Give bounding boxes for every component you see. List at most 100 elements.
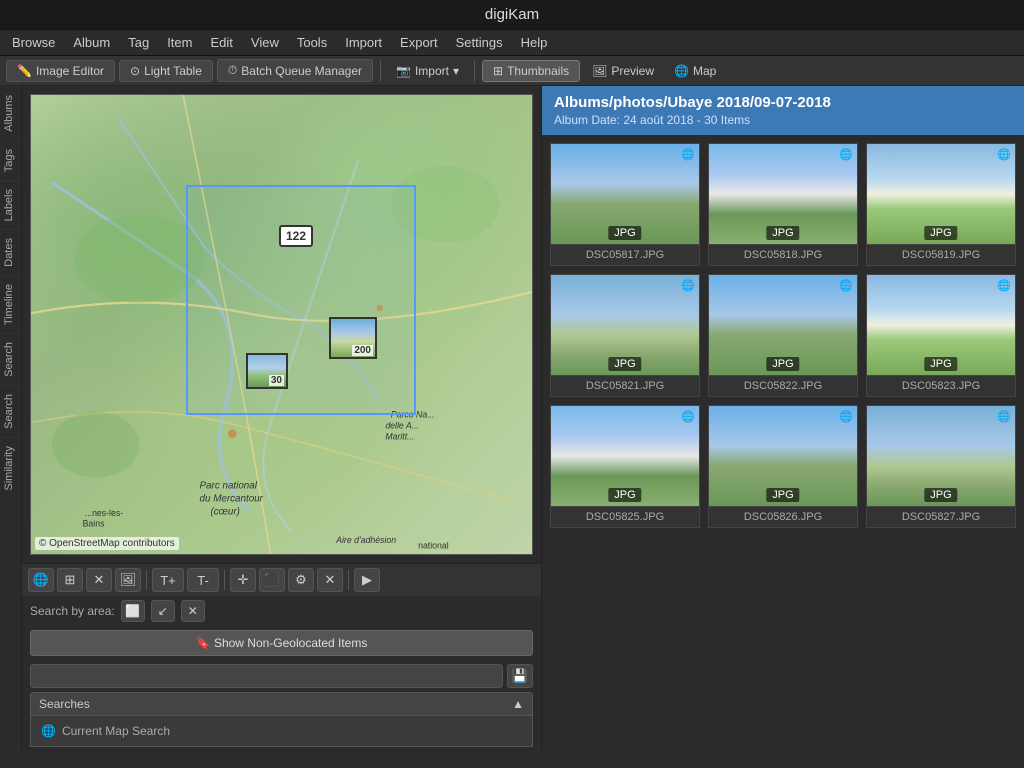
thumbnail-image-4: 🌐 JPG [709,275,857,375]
thumbnail-globe-badge: 🌐 [997,279,1011,292]
menu-view[interactable]: View [251,35,279,50]
thumbnail-item-5[interactable]: 🌐 JPG DSC05823.JPG [866,274,1016,397]
import-icon: 📷 [396,64,411,78]
map-tool-text-plus[interactable]: T+ [152,568,184,592]
thumbnail-item-1[interactable]: 🌐JPGDSC05818.JPG [708,143,858,266]
batch-queue-button[interactable]: ⏱ Batch Queue Manager [217,59,373,82]
search-input[interactable] [30,664,503,688]
jpg-label: JPG [766,226,799,240]
toolbar-sep-2 [474,60,475,82]
svg-text:delle A...: delle A... [385,420,419,430]
jpg-label: JPG [608,226,641,240]
import-button[interactable]: 📷 Import ▾ [388,61,467,81]
menu-edit[interactable]: Edit [210,35,232,50]
search-area-draw-btn[interactable]: ↙ [151,600,175,622]
map-tool-close[interactable]: ✕ [86,568,112,592]
svg-text:Parc national: Parc national [200,480,258,491]
thumbnail-image-7: 🌐JPG [709,406,857,506]
menu-import[interactable]: Import [345,35,382,50]
image-editor-button[interactable]: ✏️ Image Editor [6,60,115,82]
map-container[interactable]: Parc national du Mercantour (cœur) Parco… [30,94,533,555]
app-title: digiKam [485,6,539,23]
sidebar-tab-albums[interactable]: Albums [0,86,21,140]
svg-text:...nes-les-: ...nes-les- [85,508,123,518]
map-icon: 🌐 [674,64,689,78]
svg-text:Parco Na...: Parco Na... [391,409,435,419]
thumbnail-filename: DSC05827.JPG [867,506,1015,527]
menu-browse[interactable]: Browse [12,35,55,50]
map-tool-select[interactable]: ⬛ [259,568,285,592]
thumbnail-filename: DSC05819.JPG [867,244,1015,265]
map-copyright: © OpenStreetMap contributors [35,537,179,550]
map-tool-globe[interactable]: 🌐 [28,568,54,592]
thumbnails-button[interactable]: ⊞ Thumbnails [482,60,580,82]
light-table-button[interactable]: ⊙ Light Table [119,60,213,82]
search-save-btn[interactable]: 💾 [507,664,533,688]
map-tool-image[interactable]: 🖼 [115,568,141,592]
search-area-select-btn[interactable]: ⬜ [121,600,145,622]
thumbnail-item-6[interactable]: 🌐JPGDSC05825.JPG [550,405,700,528]
preview-button[interactable]: 🖼 Preview [584,61,662,81]
thumbnail-globe-badge: 🌐 [839,279,853,292]
search-area-bar: Search by area: ⬜ ↙ ✕ [22,596,541,626]
thumbnail-globe-badge: 🌐 [997,148,1011,161]
sidebar-tab-tags[interactable]: Tags [0,140,21,180]
map-toolbar: 🌐 ⊞ ✕ 🖼 T+ T- ✛ ⬛ ⚙ ✕ ▶ [22,563,541,596]
map-tool-text-minus[interactable]: T- [187,568,219,592]
right-panel: Albums/photos/Ubaye 2018/09-07-2018 Albu… [542,86,1024,751]
searches-content: 🌐 Current Map Search [30,716,533,747]
jpg-label: JPG [766,488,799,502]
svg-text:(cœur): (cœur) [210,507,239,518]
sidebar-tab-search2[interactable]: Search [0,385,21,437]
sidebar-tab-search[interactable]: Search [0,333,21,385]
sidebar-tab-similarity[interactable]: Similarity [0,437,21,499]
menu-tools[interactable]: Tools [297,35,327,50]
map-tool-filter[interactable]: ⚙ [288,568,314,592]
jpg-label: JPG [924,226,957,240]
search-box-area: 💾 [30,664,533,688]
search-item-current-map[interactable]: 🌐 Current Map Search [31,720,532,742]
map-tool-x[interactable]: ✕ [317,568,343,592]
thumbnail-item-3[interactable]: 🌐JPGDSC05821.JPG [550,274,700,397]
thumbnail-item-2[interactable]: 🌐 JPG DSC05819.JPG [866,143,1016,266]
thumbnail-item-0[interactable]: 🌐JPGDSC05817.JPG [550,143,700,266]
map-tool-crosshair[interactable]: ✛ [230,568,256,592]
svg-text:du Mercantour: du Mercantour [200,494,264,505]
thumbnail-image-6: 🌐JPG [551,406,699,506]
search-item-globe-icon: 🌐 [41,724,56,738]
jpg-label: JPG [608,488,641,502]
show-non-geo-icon: 🔖 [196,636,211,650]
thumbnail-globe-badge: 🌐 [839,148,853,161]
sidebar-tab-dates[interactable]: Dates [0,229,21,275]
thumbnail-image-5: 🌐 JPG [867,275,1015,375]
light-table-icon: ⊙ [130,64,140,78]
menu-help[interactable]: Help [521,35,548,50]
album-meta: Album Date: 24 août 2018 - 30 Items [554,113,1012,127]
map-tool-grid[interactable]: ⊞ [57,568,83,592]
sidebar-tab-labels[interactable]: Labels [0,180,21,229]
thumbnail-item-8[interactable]: 🌐JPGDSC05827.JPG [866,405,1016,528]
map-cluster-122[interactable]: 122 [279,225,313,247]
menu-settings[interactable]: Settings [456,35,503,50]
show-non-geolocated-button[interactable]: 🔖 Show Non-Geolocated Items [30,630,533,656]
thumbnail-item-4[interactable]: 🌐JPGDSC05822.JPG [708,274,858,397]
menu-export[interactable]: Export [400,35,438,50]
jpg-label: JPG [924,357,957,371]
svg-text:national: national [418,541,449,551]
jpg-label: JPG [766,357,799,371]
sidebar-tab-timeline[interactable]: Timeline [0,275,21,333]
searches-header[interactable]: Searches ▲ [30,692,533,716]
map-cluster-200[interactable]: 200 [329,317,377,359]
menu-item[interactable]: Item [167,35,192,50]
thumbnail-item-7[interactable]: 🌐JPGDSC05826.JPG [708,405,858,528]
map-button[interactable]: 🌐 Map [666,61,724,81]
menu-tag[interactable]: Tag [128,35,149,50]
search-area-clear-btn[interactable]: ✕ [181,600,205,622]
title-bar: digiKam [0,0,1024,30]
menu-album[interactable]: Album [73,35,110,50]
map-tool-play[interactable]: ▶ [354,568,380,592]
thumbnail-filename: DSC05823.JPG [867,375,1015,396]
map-cluster-30[interactable]: 30 [246,353,288,389]
thumbnail-image-3: 🌐JPG [551,275,699,375]
thumbnail-filename: DSC05826.JPG [709,506,857,527]
